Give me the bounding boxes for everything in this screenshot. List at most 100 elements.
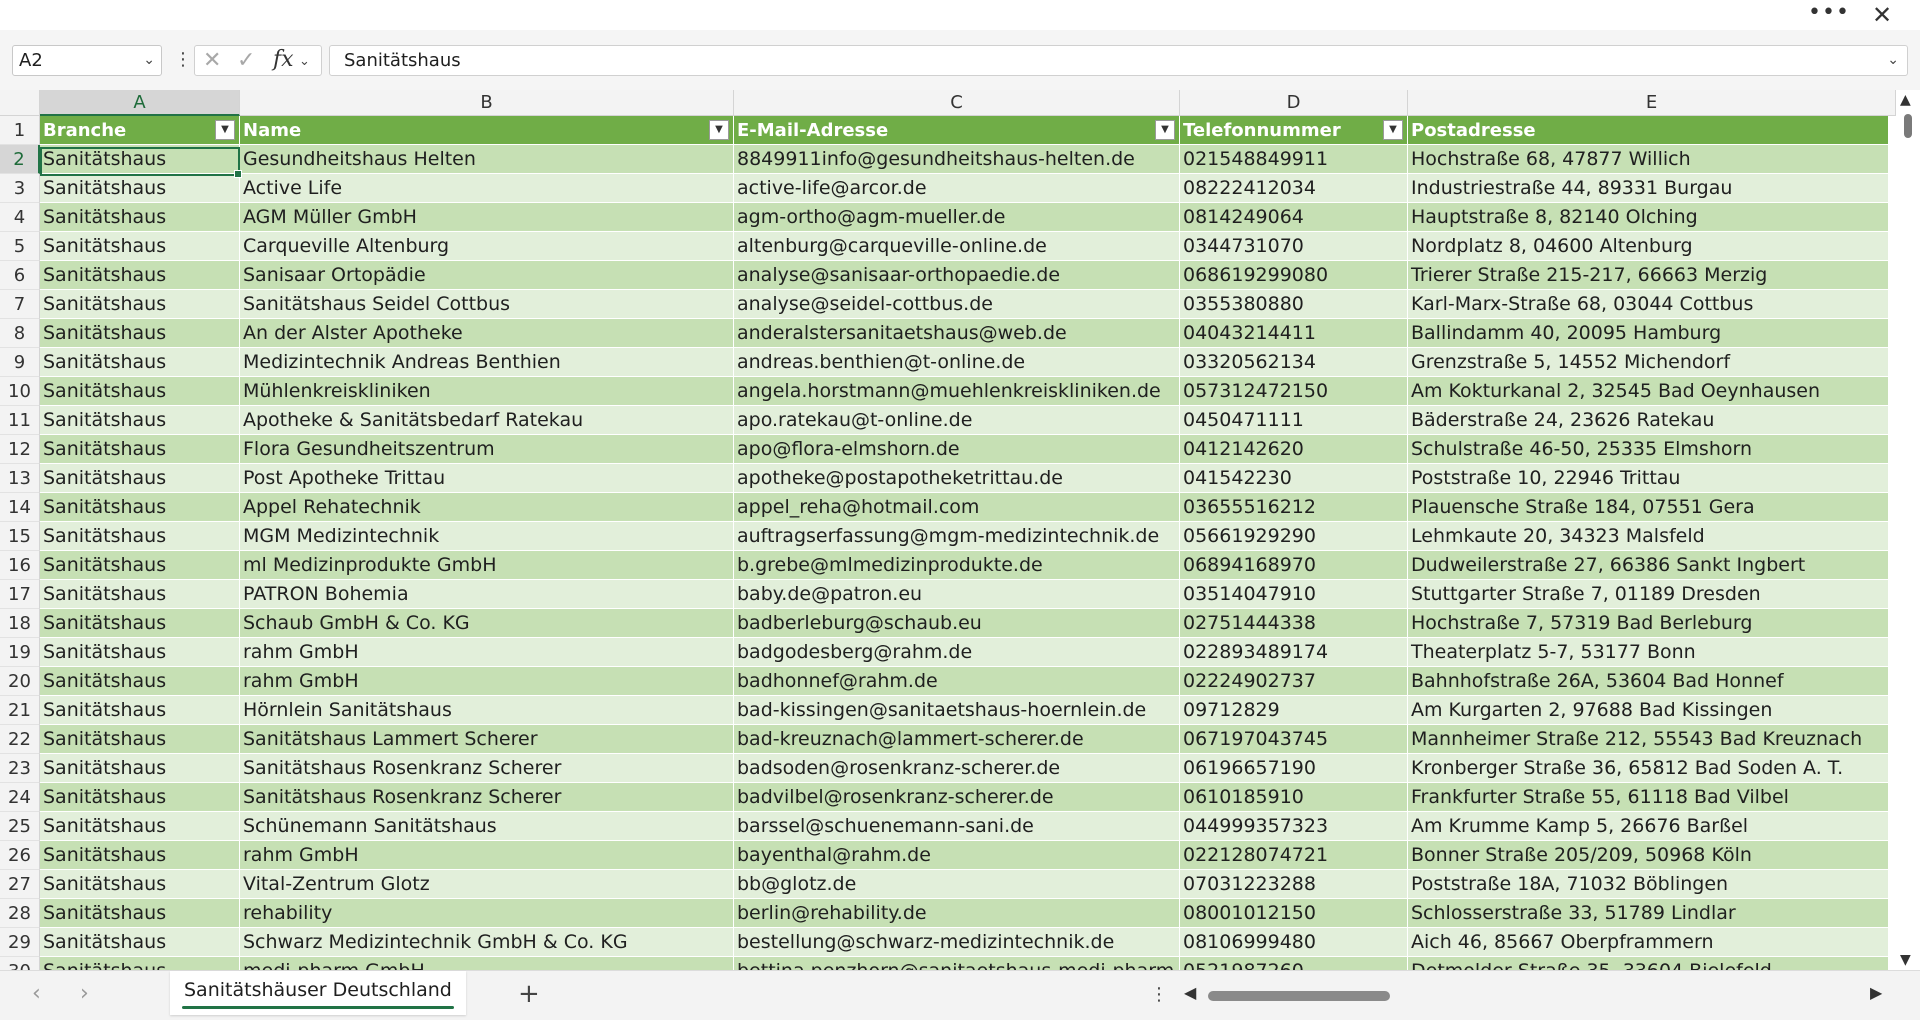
header-cell-email[interactable]: E-Mail-Adresse ▼ (734, 116, 1180, 145)
name-cell[interactable]: AGM Müller GmbH (240, 203, 734, 232)
row-header[interactable]: 13 (0, 464, 40, 493)
name-cell[interactable]: Sanitätshaus Rosenkranz Scherer (240, 783, 734, 812)
row-header[interactable]: 4 (0, 203, 40, 232)
branche-cell[interactable]: Sanitätshaus (40, 841, 240, 870)
row-header[interactable]: 8 (0, 319, 40, 348)
email-cell[interactable]: barssel@schuenemann-sani.de (734, 812, 1180, 841)
branche-cell[interactable]: Sanitätshaus (40, 609, 240, 638)
row-header[interactable]: 7 (0, 290, 40, 319)
phone-cell[interactable]: 022128074721 (1180, 841, 1408, 870)
branche-cell[interactable]: Sanitätshaus (40, 377, 240, 406)
sheet-tab[interactable]: Sanitätshäuser Deutschland (170, 971, 466, 1015)
phone-cell[interactable]: 02224902737 (1180, 667, 1408, 696)
name-cell[interactable]: Schünemann Sanitätshaus (240, 812, 734, 841)
email-cell[interactable]: apo.ratekau@t-online.de (734, 406, 1180, 435)
name-cell[interactable]: Hörnlein Sanitätshaus (240, 696, 734, 725)
address-cell[interactable]: Kronberger Straße 36, 65812 Bad Soden A.… (1408, 754, 1896, 783)
name-cell[interactable]: Carqueville Altenburg (240, 232, 734, 261)
row-header[interactable]: 14 (0, 493, 40, 522)
column-header-b[interactable]: B (240, 90, 734, 116)
name-cell[interactable]: rahm GmbH (240, 638, 734, 667)
vertical-dots-icon[interactable]: ⋮ (1150, 983, 1168, 1007)
filter-dropdown-icon[interactable]: ▼ (1155, 120, 1175, 140)
name-cell[interactable]: Medizintechnik Andreas Benthien (240, 348, 734, 377)
phone-cell[interactable]: 03514047910 (1180, 580, 1408, 609)
address-cell[interactable]: Ballindamm 40, 20095 Hamburg (1408, 319, 1896, 348)
address-cell[interactable]: Dudweilerstraße 27, 66386 Sankt Ingbert (1408, 551, 1896, 580)
branche-cell[interactable]: Sanitätshaus (40, 145, 240, 174)
name-cell[interactable]: Sanitätshaus Seidel Cottbus (240, 290, 734, 319)
phone-cell[interactable]: 06196657190 (1180, 754, 1408, 783)
name-cell[interactable]: rehability (240, 899, 734, 928)
address-cell[interactable]: Bahnhofstraße 26A, 53604 Bad Honnef (1408, 667, 1896, 696)
branche-cell[interactable]: Sanitätshaus (40, 493, 240, 522)
row-header[interactable]: 19 (0, 638, 40, 667)
branche-cell[interactable]: Sanitätshaus (40, 580, 240, 609)
name-cell[interactable]: medi-pharm GmbH (240, 957, 734, 970)
scroll-up-icon[interactable]: ▲ (1900, 92, 1911, 108)
address-cell[interactable]: Karl-Marx-Straße 68, 03044 Cottbus (1408, 290, 1896, 319)
branche-cell[interactable]: Sanitätshaus (40, 261, 240, 290)
email-cell[interactable]: baby.de@patron.eu (734, 580, 1180, 609)
phone-cell[interactable]: 04043214411 (1180, 319, 1408, 348)
phone-cell[interactable]: 041542230 (1180, 464, 1408, 493)
row-header[interactable]: 10 (0, 377, 40, 406)
row-header[interactable]: 1 (0, 116, 40, 145)
email-cell[interactable]: b.grebe@mlmedizinprodukte.de (734, 551, 1180, 580)
row-header[interactable]: 28 (0, 899, 40, 928)
address-cell[interactable]: Bäderstraße 24, 23626 Ratekau (1408, 406, 1896, 435)
email-cell[interactable]: berlin@rehability.de (734, 899, 1180, 928)
name-cell[interactable]: Schwarz Medizintechnik GmbH & Co. KG (240, 928, 734, 957)
row-header[interactable]: 16 (0, 551, 40, 580)
branche-cell[interactable]: Sanitätshaus (40, 203, 240, 232)
branche-cell[interactable]: Sanitätshaus (40, 464, 240, 493)
row-header[interactable]: 15 (0, 522, 40, 551)
email-cell[interactable]: bettina.penzhorn@sanitaetshaus-medi-phar… (734, 957, 1180, 970)
phone-cell[interactable]: 08106999480 (1180, 928, 1408, 957)
email-cell[interactable]: auftragserfassung@mgm-medizintechnik.de (734, 522, 1180, 551)
insert-function-button[interactable]: fx (273, 47, 294, 73)
phone-cell[interactable]: 02751444338 (1180, 609, 1408, 638)
email-cell[interactable]: badhonnef@rahm.de (734, 667, 1180, 696)
address-cell[interactable]: Grenzstraße 5, 14552 Michendorf (1408, 348, 1896, 377)
row-header[interactable]: 29 (0, 928, 40, 957)
branche-cell[interactable]: Sanitätshaus (40, 174, 240, 203)
address-cell[interactable]: Poststraße 10, 22946 Trittau (1408, 464, 1896, 493)
address-cell[interactable]: Detmolder Straße 35, 33604 Bielefeld (1408, 957, 1896, 970)
name-box[interactable]: A2 ⌄ (12, 45, 162, 76)
address-cell[interactable]: Theaterplatz 5-7, 53177 Bonn (1408, 638, 1896, 667)
formula-input[interactable]: Sanitätshaus ⌄ (329, 45, 1908, 76)
horizontal-scroll-thumb[interactable] (1208, 991, 1390, 1001)
name-cell[interactable]: Sanisaar Ortopädie (240, 261, 734, 290)
phone-cell[interactable]: 07031223288 (1180, 870, 1408, 899)
name-cell[interactable]: ml Medizinprodukte GmbH (240, 551, 734, 580)
name-cell[interactable]: Sanitätshaus Rosenkranz Scherer (240, 754, 734, 783)
branche-cell[interactable]: Sanitätshaus (40, 406, 240, 435)
phone-cell[interactable]: 06894168970 (1180, 551, 1408, 580)
address-cell[interactable]: Bonner Straße 205/209, 50968 Köln (1408, 841, 1896, 870)
branche-cell[interactable]: Sanitätshaus (40, 638, 240, 667)
row-header[interactable]: 22 (0, 725, 40, 754)
address-cell[interactable]: Hauptstraße 8, 82140 Olching (1408, 203, 1896, 232)
row-header[interactable]: 30 (0, 957, 40, 970)
name-cell[interactable]: Active Life (240, 174, 734, 203)
chevron-left-icon[interactable]: ‹ (32, 981, 41, 1006)
email-cell[interactable]: active-life@arcor.de (734, 174, 1180, 203)
chevron-down-icon[interactable]: ⌄ (143, 46, 155, 75)
phone-cell[interactable]: 057312472150 (1180, 377, 1408, 406)
filter-dropdown-icon[interactable]: ▼ (709, 120, 729, 140)
row-header[interactable]: 23 (0, 754, 40, 783)
select-all-corner[interactable] (0, 90, 40, 116)
name-cell[interactable]: rahm GmbH (240, 667, 734, 696)
email-cell[interactable]: bad-kissingen@sanitaetshaus-hoernlein.de (734, 696, 1180, 725)
branche-cell[interactable]: Sanitätshaus (40, 435, 240, 464)
email-cell[interactable]: agm-ortho@agm-mueller.de (734, 203, 1180, 232)
name-cell[interactable]: Apotheke & Sanitätsbedarf Ratekau (240, 406, 734, 435)
row-header[interactable]: 11 (0, 406, 40, 435)
email-cell[interactable]: appel_reha@hotmail.com (734, 493, 1180, 522)
name-cell[interactable]: Schaub GmbH & Co. KG (240, 609, 734, 638)
email-cell[interactable]: andreas.benthien@t-online.de (734, 348, 1180, 377)
enter-icon[interactable]: ✓ (237, 48, 255, 74)
address-cell[interactable]: Mannheimer Straße 212, 55543 Bad Kreuzna… (1408, 725, 1896, 754)
email-cell[interactable]: 8849911info@gesundheitshaus-helten.de (734, 145, 1180, 174)
